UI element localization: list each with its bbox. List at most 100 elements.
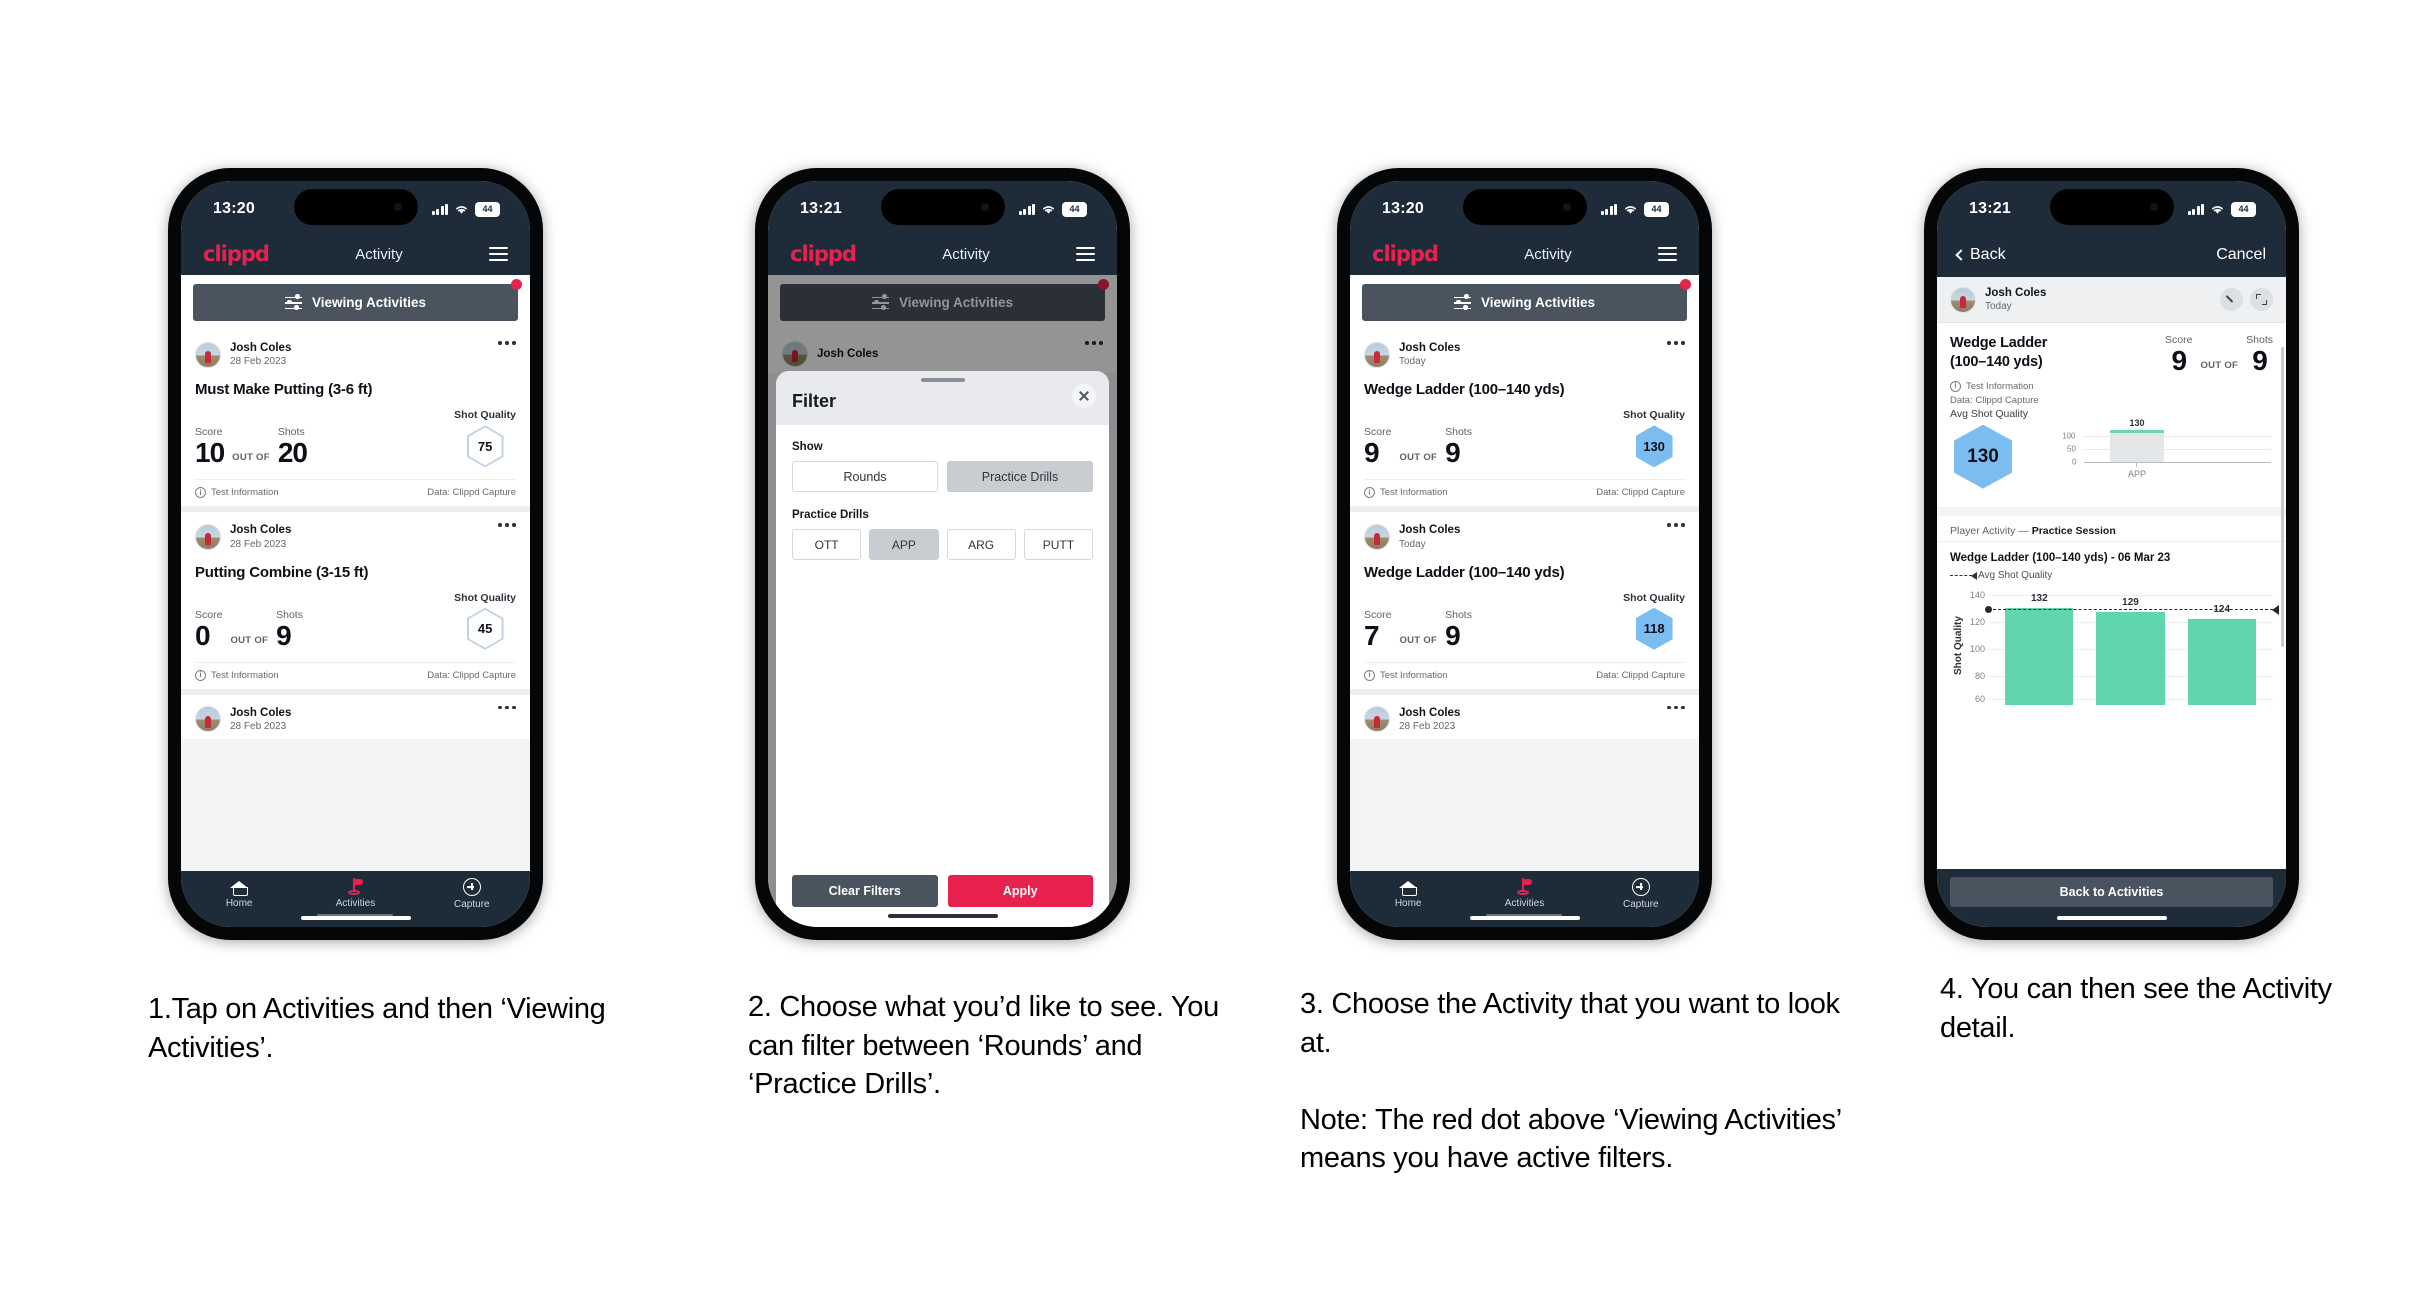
battery-indicator: 44 — [1644, 201, 1669, 217]
avatar — [1364, 706, 1390, 733]
activity-card[interactable]: Josh Coles Today Wedge Ladder (100–140 y… — [1350, 512, 1699, 695]
menu-icon[interactable] — [489, 247, 508, 261]
phone-3-content: Viewing Activities Josh Coles Today Wedg… — [1350, 275, 1699, 871]
tab-capture[interactable]: Capture — [1601, 878, 1681, 910]
wifi-icon — [1625, 205, 1636, 214]
scrollbar[interactable] — [2281, 347, 2284, 647]
tab-activities[interactable]: Activities — [1484, 878, 1564, 916]
card-header: Josh Coles Today — [1364, 330, 1685, 374]
ytick-100: 100 — [1969, 643, 1985, 654]
test-information[interactable]: i Test Information — [1364, 669, 1448, 681]
tab-capture[interactable]: Capture — [432, 878, 512, 910]
viewing-activities-button[interactable]: Viewing Activities — [1362, 279, 1691, 321]
test-information-label: Test Information — [1966, 380, 2034, 392]
tab-home[interactable]: Home — [1368, 878, 1448, 909]
score-metric: Score 9 — [2165, 334, 2192, 375]
activity-card-partial[interactable]: Josh Coles 28 Feb 2023 — [1350, 694, 1699, 740]
page-title: Activity — [1524, 245, 1572, 263]
back-to-activities-button[interactable]: Back to Activities — [1950, 877, 2273, 907]
home-indicator — [300, 916, 411, 920]
mini-chart-bar-label: 130 — [2129, 418, 2145, 429]
cancel-button[interactable]: Cancel — [2216, 246, 2266, 264]
card-menu-icon[interactable] — [498, 523, 516, 527]
golf-flag-icon — [1515, 878, 1534, 895]
phone-1: 13:20 44 clippd Activity Viewing Activit… — [168, 168, 543, 940]
phone-2-screen: 13:21 44 clippd Activity Viewing Activit… — [768, 181, 1117, 927]
clippd-logo[interactable]: clippd — [790, 242, 857, 266]
viewing-activities-button[interactable]: Viewing Activities — [193, 279, 522, 321]
card-menu-icon[interactable] — [1667, 523, 1685, 527]
mini-chart-bar — [2110, 430, 2164, 463]
test-information-label: Test Information — [211, 487, 279, 499]
activity-card[interactable]: Josh Coles 28 Feb 2023 Must Make Putting… — [181, 330, 530, 513]
menu-icon[interactable] — [1076, 247, 1095, 261]
card-menu-icon[interactable] — [1667, 705, 1685, 710]
activity-card[interactable]: Josh Coles 28 Feb 2023 Putting Combine (… — [181, 512, 530, 695]
drag-handle[interactable] — [920, 378, 965, 382]
card-menu-icon[interactable] — [498, 341, 516, 345]
card-menu-icon[interactable] — [498, 705, 516, 710]
back-button[interactable]: Back — [1955, 246, 2006, 264]
home-indicator — [2056, 916, 2167, 920]
test-information[interactable]: i Test Information — [195, 669, 279, 681]
clippd-logo[interactable]: clippd — [1372, 242, 1439, 266]
bar-1 — [2005, 607, 2074, 705]
tab-home[interactable]: Home — [199, 878, 279, 909]
drill-option-arg[interactable]: ARG — [946, 529, 1016, 560]
caption-2: 2. Choose what you’d like to see. You ca… — [748, 991, 1219, 1101]
status-time: 13:20 — [213, 200, 255, 217]
edit-button[interactable] — [2220, 288, 2243, 312]
test-information[interactable]: i Test Information — [195, 487, 279, 499]
filter-sheet-header: Filter — [776, 371, 1109, 425]
apply-button[interactable]: Apply — [947, 875, 1093, 907]
sliders-icon — [284, 294, 302, 310]
avatar — [195, 706, 221, 733]
card-menu-icon[interactable] — [1667, 341, 1685, 345]
shots-value: 20 — [277, 437, 308, 469]
viewing-activities-label: Viewing Activities — [311, 295, 427, 310]
fullscreen-button[interactable] — [2250, 288, 2273, 312]
test-information[interactable]: i Test Information — [1364, 487, 1448, 499]
drill-option-ott[interactable]: OTT — [792, 529, 862, 560]
shots-value: 9 — [2252, 345, 2268, 377]
tab-capture-label: Capture — [454, 899, 490, 910]
phone-4-screen: 13:21 44 Back Cancel Josh Coles Today We… — [1937, 181, 2286, 927]
drill-option-putt[interactable]: PUTT — [1023, 529, 1093, 560]
wifi-icon — [1043, 205, 1054, 214]
shots-metric: Shots 9 — [276, 609, 303, 650]
score-value: 0 — [195, 619, 211, 651]
page-title: Activity — [942, 245, 990, 263]
home-icon — [229, 878, 249, 896]
info-icon: i — [195, 669, 206, 681]
test-information[interactable]: i Test Information — [1950, 380, 2068, 392]
clear-filters-button[interactable]: Clear Filters — [792, 875, 938, 907]
shot-quality-label: Shot Quality — [1623, 409, 1685, 422]
card-date: 28 Feb 2023 — [1399, 721, 1456, 733]
sliders-icon — [1453, 294, 1471, 310]
close-icon[interactable] — [1072, 384, 1096, 408]
activity-card-partial[interactable]: Josh Coles 28 Feb 2023 — [181, 694, 530, 740]
show-option-practice-drills[interactable]: Practice Drills — [947, 461, 1093, 492]
shot-quality-chart-box: Wedge Ladder (100–140 yds) - 06 Mar 23 A… — [1937, 541, 2286, 705]
shots-label: Shots — [276, 608, 303, 621]
card-header: Josh Coles 28 Feb 2023 — [1364, 695, 1685, 739]
mini-chart-ytick-50: 50 — [2067, 444, 2076, 454]
tab-activities[interactable]: Activities — [315, 878, 395, 916]
activity-card-list: Josh Coles Today Wedge Ladder (100–140 y… — [1350, 330, 1699, 740]
bar-3 — [2187, 618, 2256, 705]
card-footer: i Test Information Data: Clippd Capture — [1364, 661, 1685, 689]
shot-quality-value: 75 — [468, 427, 502, 466]
cellular-signal-icon — [2187, 203, 2204, 215]
drill-option-app[interactable]: APP — [869, 529, 939, 560]
wifi-icon — [456, 205, 467, 214]
status-time: 13:21 — [1969, 200, 2011, 217]
shot-quality-label: Shot Quality — [454, 409, 516, 422]
menu-icon[interactable] — [1658, 247, 1677, 261]
battery-indicator: 44 — [475, 201, 500, 217]
clippd-logo[interactable]: clippd — [203, 242, 270, 266]
back-label: Back — [1970, 246, 2006, 263]
caption-3: 3. Choose the Activity that you want to … — [1300, 988, 1841, 1175]
activity-card[interactable]: Josh Coles Today Wedge Ladder (100–140 y… — [1350, 330, 1699, 513]
show-option-rounds[interactable]: Rounds — [792, 461, 938, 492]
card-footer: i Test Information Data: Clippd Capture — [195, 661, 516, 689]
